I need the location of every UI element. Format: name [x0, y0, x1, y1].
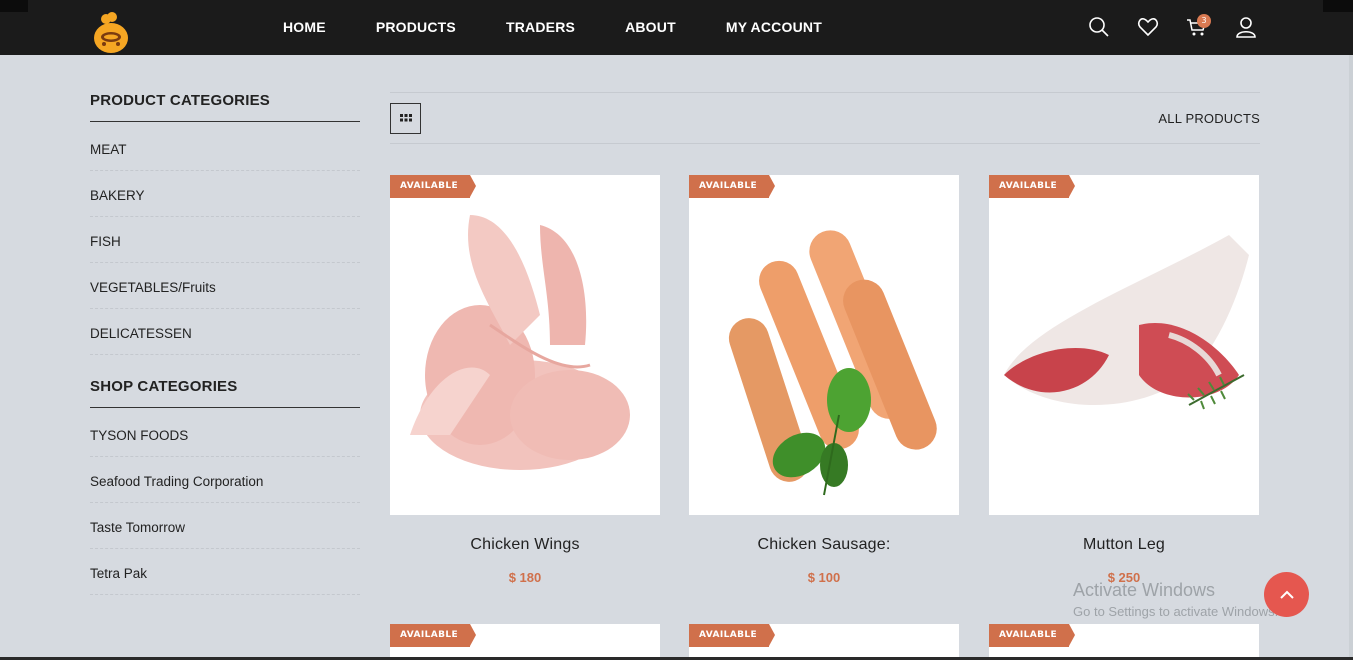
search-icon[interactable]: [1088, 16, 1110, 38]
top-navbar: HOME PRODUCTS TRADERS ABOUT MY ACCOUNT 3: [0, 0, 1353, 55]
cart-count-badge: 3: [1197, 14, 1211, 28]
product-price: $ 100: [807, 570, 841, 585]
category-fish[interactable]: FISH: [90, 234, 360, 263]
product-card[interactable]: AVAILABLE: [689, 624, 959, 660]
category-delicatessen[interactable]: DELICATESSEN: [90, 326, 360, 355]
grid-icon: [399, 113, 412, 121]
shop-tetra-pak[interactable]: Tetra Pak: [90, 566, 360, 595]
shop-categories-list: TYSON FOODS Seafood Trading Corporation …: [90, 428, 360, 595]
site-logo[interactable]: [92, 10, 130, 54]
product-image[interactable]: AVAILABLE: [390, 624, 660, 660]
product-name[interactable]: Mutton Leg: [989, 536, 1259, 554]
navbar-edge-right: [1323, 0, 1353, 12]
product-toolbar: ALL PRODUCTS: [390, 92, 1260, 144]
product-image-mutton-leg[interactable]: AVAILABLE: [989, 175, 1259, 515]
availability-badge: AVAILABLE: [989, 624, 1076, 647]
category-vegetables-fruits[interactable]: VEGETABLES/Fruits: [90, 280, 360, 309]
shop-tyson-foods[interactable]: TYSON FOODS: [90, 428, 360, 457]
availability-badge: AVAILABLE: [689, 175, 776, 198]
product-card[interactable]: AVAILABLE Chicken Sausage: $ 100: [689, 175, 959, 585]
product-image[interactable]: AVAILABLE: [989, 624, 1259, 660]
heart-icon[interactable]: [1137, 16, 1159, 38]
page-scrollbar[interactable]: [1349, 55, 1353, 660]
watermark-line-1: Activate Windows: [1073, 580, 1216, 600]
all-products-label[interactable]: ALL PRODUCTS: [1158, 111, 1260, 126]
shop-categories-title: SHOP CATEGORIES: [90, 378, 360, 408]
nav-about[interactable]: ABOUT: [625, 19, 676, 35]
shop-seafood-trading[interactable]: Seafood Trading Corporation: [90, 474, 360, 503]
product-card[interactable]: AVAILABLE: [989, 624, 1259, 660]
main-nav: HOME PRODUCTS TRADERS ABOUT MY ACCOUNT: [283, 19, 872, 35]
nav-products[interactable]: PRODUCTS: [376, 19, 456, 35]
category-bakery[interactable]: BAKERY: [90, 188, 360, 217]
product-card[interactable]: AVAILABLE Mutton Leg $ 250: [989, 175, 1259, 585]
nav-traders[interactable]: TRADERS: [506, 19, 575, 35]
product-name[interactable]: Chicken Sausage:: [689, 536, 959, 554]
nav-home[interactable]: HOME: [283, 19, 326, 35]
nav-icons: 3: [1088, 14, 1284, 38]
watermark-line-2: Go to Settings to activate Windows.: [1073, 604, 1279, 619]
windows-activation-watermark: Activate Windows Go to Settings to activ…: [1073, 580, 1278, 619]
product-card[interactable]: AVAILABLE Chicken Wings $ 180: [390, 175, 660, 585]
grid-view-button[interactable]: [390, 103, 421, 134]
category-meat[interactable]: MEAT: [90, 142, 360, 171]
navbar-edge-left: [0, 0, 28, 12]
product-price: $ 180: [508, 570, 542, 585]
product-categories-list: MEAT BAKERY FISH VEGETABLES/Fruits DELIC…: [90, 142, 360, 355]
chevron-up-icon: [1279, 590, 1294, 599]
availability-badge: AVAILABLE: [989, 175, 1076, 198]
cart-icon[interactable]: 3: [1186, 14, 1211, 38]
product-image-chicken-sausage[interactable]: AVAILABLE: [689, 175, 959, 515]
shop-taste-tomorrow[interactable]: Taste Tomorrow: [90, 520, 360, 549]
availability-badge: AVAILABLE: [390, 624, 477, 647]
user-icon[interactable]: [1235, 16, 1257, 38]
product-card[interactable]: AVAILABLE: [390, 624, 660, 660]
sidebar: PRODUCT CATEGORIES MEAT BAKERY FISH VEGE…: [90, 92, 360, 612]
back-to-top-button[interactable]: [1264, 572, 1309, 617]
product-image[interactable]: AVAILABLE: [689, 624, 959, 660]
product-image-chicken-wings[interactable]: AVAILABLE: [390, 175, 660, 515]
product-area: ALL PRODUCTS AVAILABLE Chicken Wings $ 1…: [390, 92, 1260, 660]
availability-badge: AVAILABLE: [689, 624, 776, 647]
product-name[interactable]: Chicken Wings: [390, 536, 660, 554]
availability-badge: AVAILABLE: [390, 175, 477, 198]
product-categories-title: PRODUCT CATEGORIES: [90, 92, 360, 122]
nav-my-account[interactable]: MY ACCOUNT: [726, 19, 822, 35]
